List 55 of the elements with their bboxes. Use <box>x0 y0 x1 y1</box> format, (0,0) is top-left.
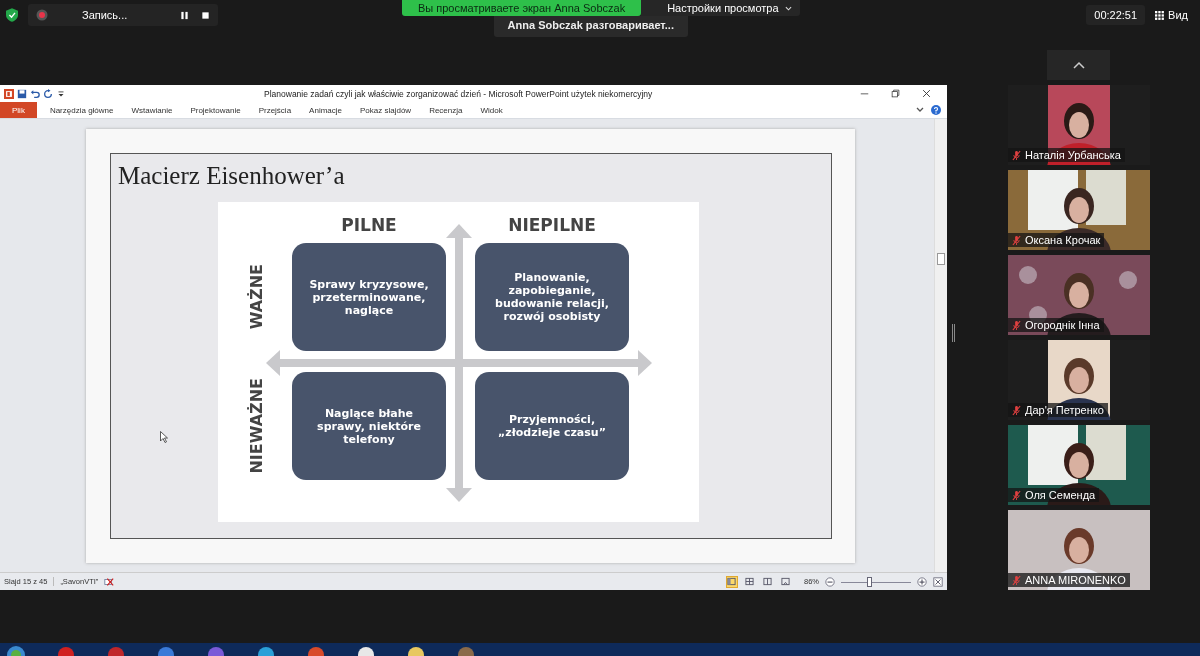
splitter-handle[interactable] <box>952 324 955 342</box>
save-icon[interactable] <box>17 88 27 99</box>
ribbon-tab[interactable]: Animacje <box>300 102 351 118</box>
ribbon-tab[interactable]: Wstawianie <box>122 102 182 118</box>
view-mode-button[interactable] <box>780 575 792 588</box>
recording-label: Запись... <box>82 9 129 21</box>
quadrant-text: Planowanie, zapobieganie, budowanie relacji, rozwój osobisty <box>494 271 610 323</box>
powerpoint-logo-icon <box>4 88 14 99</box>
row-header: NIEWAŻNE <box>246 378 266 474</box>
grid-icon <box>1155 10 1165 20</box>
cursor-icon <box>160 431 168 443</box>
participant-name: Оксана Крочак <box>1025 234 1101 246</box>
view-mode-button[interactable] <box>762 575 774 588</box>
spelling-icon[interactable] <box>104 576 115 587</box>
restore-icon[interactable] <box>891 89 900 98</box>
zoom-slider[interactable] <box>841 575 911 588</box>
view-options-button[interactable]: Настройки просмотра <box>641 0 800 16</box>
column-header: NIEPILNE <box>507 214 597 236</box>
help-icon[interactable] <box>931 105 941 115</box>
share-banner: Вы просматриваете экран Anna Sobczak <box>402 0 642 16</box>
redo-icon[interactable] <box>43 88 53 99</box>
active-speaker-label: Anna Sobczak разговаривает... <box>493 16 688 37</box>
shield-icon[interactable] <box>6 8 18 22</box>
pause-icon[interactable] <box>180 10 189 20</box>
window-title: Planowanie zadań czyli jak właściwie zorganizować dzień - Microsoft PowerPoint użytek niekomercyjny <box>264 88 654 99</box>
ribbon-tab[interactable]: Narzędzia główne <box>40 102 123 118</box>
vertical-scrollbar[interactable] <box>934 119 947 572</box>
stop-icon[interactable] <box>201 10 210 20</box>
quadrant-text: Naglące błahe sprawy, niektóre telefony <box>316 406 422 446</box>
undo-icon[interactable] <box>30 88 40 99</box>
participant-name: Огороднік Інна <box>1025 319 1100 331</box>
close-icon[interactable] <box>922 89 931 98</box>
view-mode-button[interactable] <box>744 575 756 588</box>
zoom-in-icon[interactable] <box>917 576 927 587</box>
fit-to-window-icon[interactable] <box>933 576 943 587</box>
ribbon-tab[interactable]: Widok <box>471 102 512 118</box>
ribbon-tab[interactable]: Recenzja <box>420 102 472 118</box>
participant-name: Наталія Урбанська <box>1025 149 1121 161</box>
quadrant-text: Sprawy kryzysowe, przeterminowane, naglące <box>308 277 430 317</box>
row-header: WAŻNE <box>246 264 266 330</box>
chevron-icon <box>784 5 792 11</box>
chevron-up-icon <box>1072 61 1085 69</box>
meeting-timer: 00:22:51 <box>1086 5 1146 25</box>
column-header: PILNE <box>340 214 398 236</box>
record-icon <box>36 9 48 21</box>
participant-name: Дар'я Петренко <box>1025 404 1104 416</box>
view-mode-button[interactable] <box>726 575 738 588</box>
ribbon-tab[interactable]: Przejścia <box>249 102 301 118</box>
ribbon-tab[interactable]: Pokaz slajdów <box>351 102 421 118</box>
ribbon-tab[interactable]: Projektowanie <box>181 102 250 118</box>
participant-name: Оля Семенда <box>1025 489 1096 501</box>
zoom-out-icon[interactable] <box>825 576 835 587</box>
participant-name: ANNA MIRONENKO <box>1025 574 1126 586</box>
slide-title: Macierz Eisenhower’a <box>117 162 346 190</box>
quadrant-text: Przyjemności, „złodzieje czasu” <box>497 413 607 439</box>
